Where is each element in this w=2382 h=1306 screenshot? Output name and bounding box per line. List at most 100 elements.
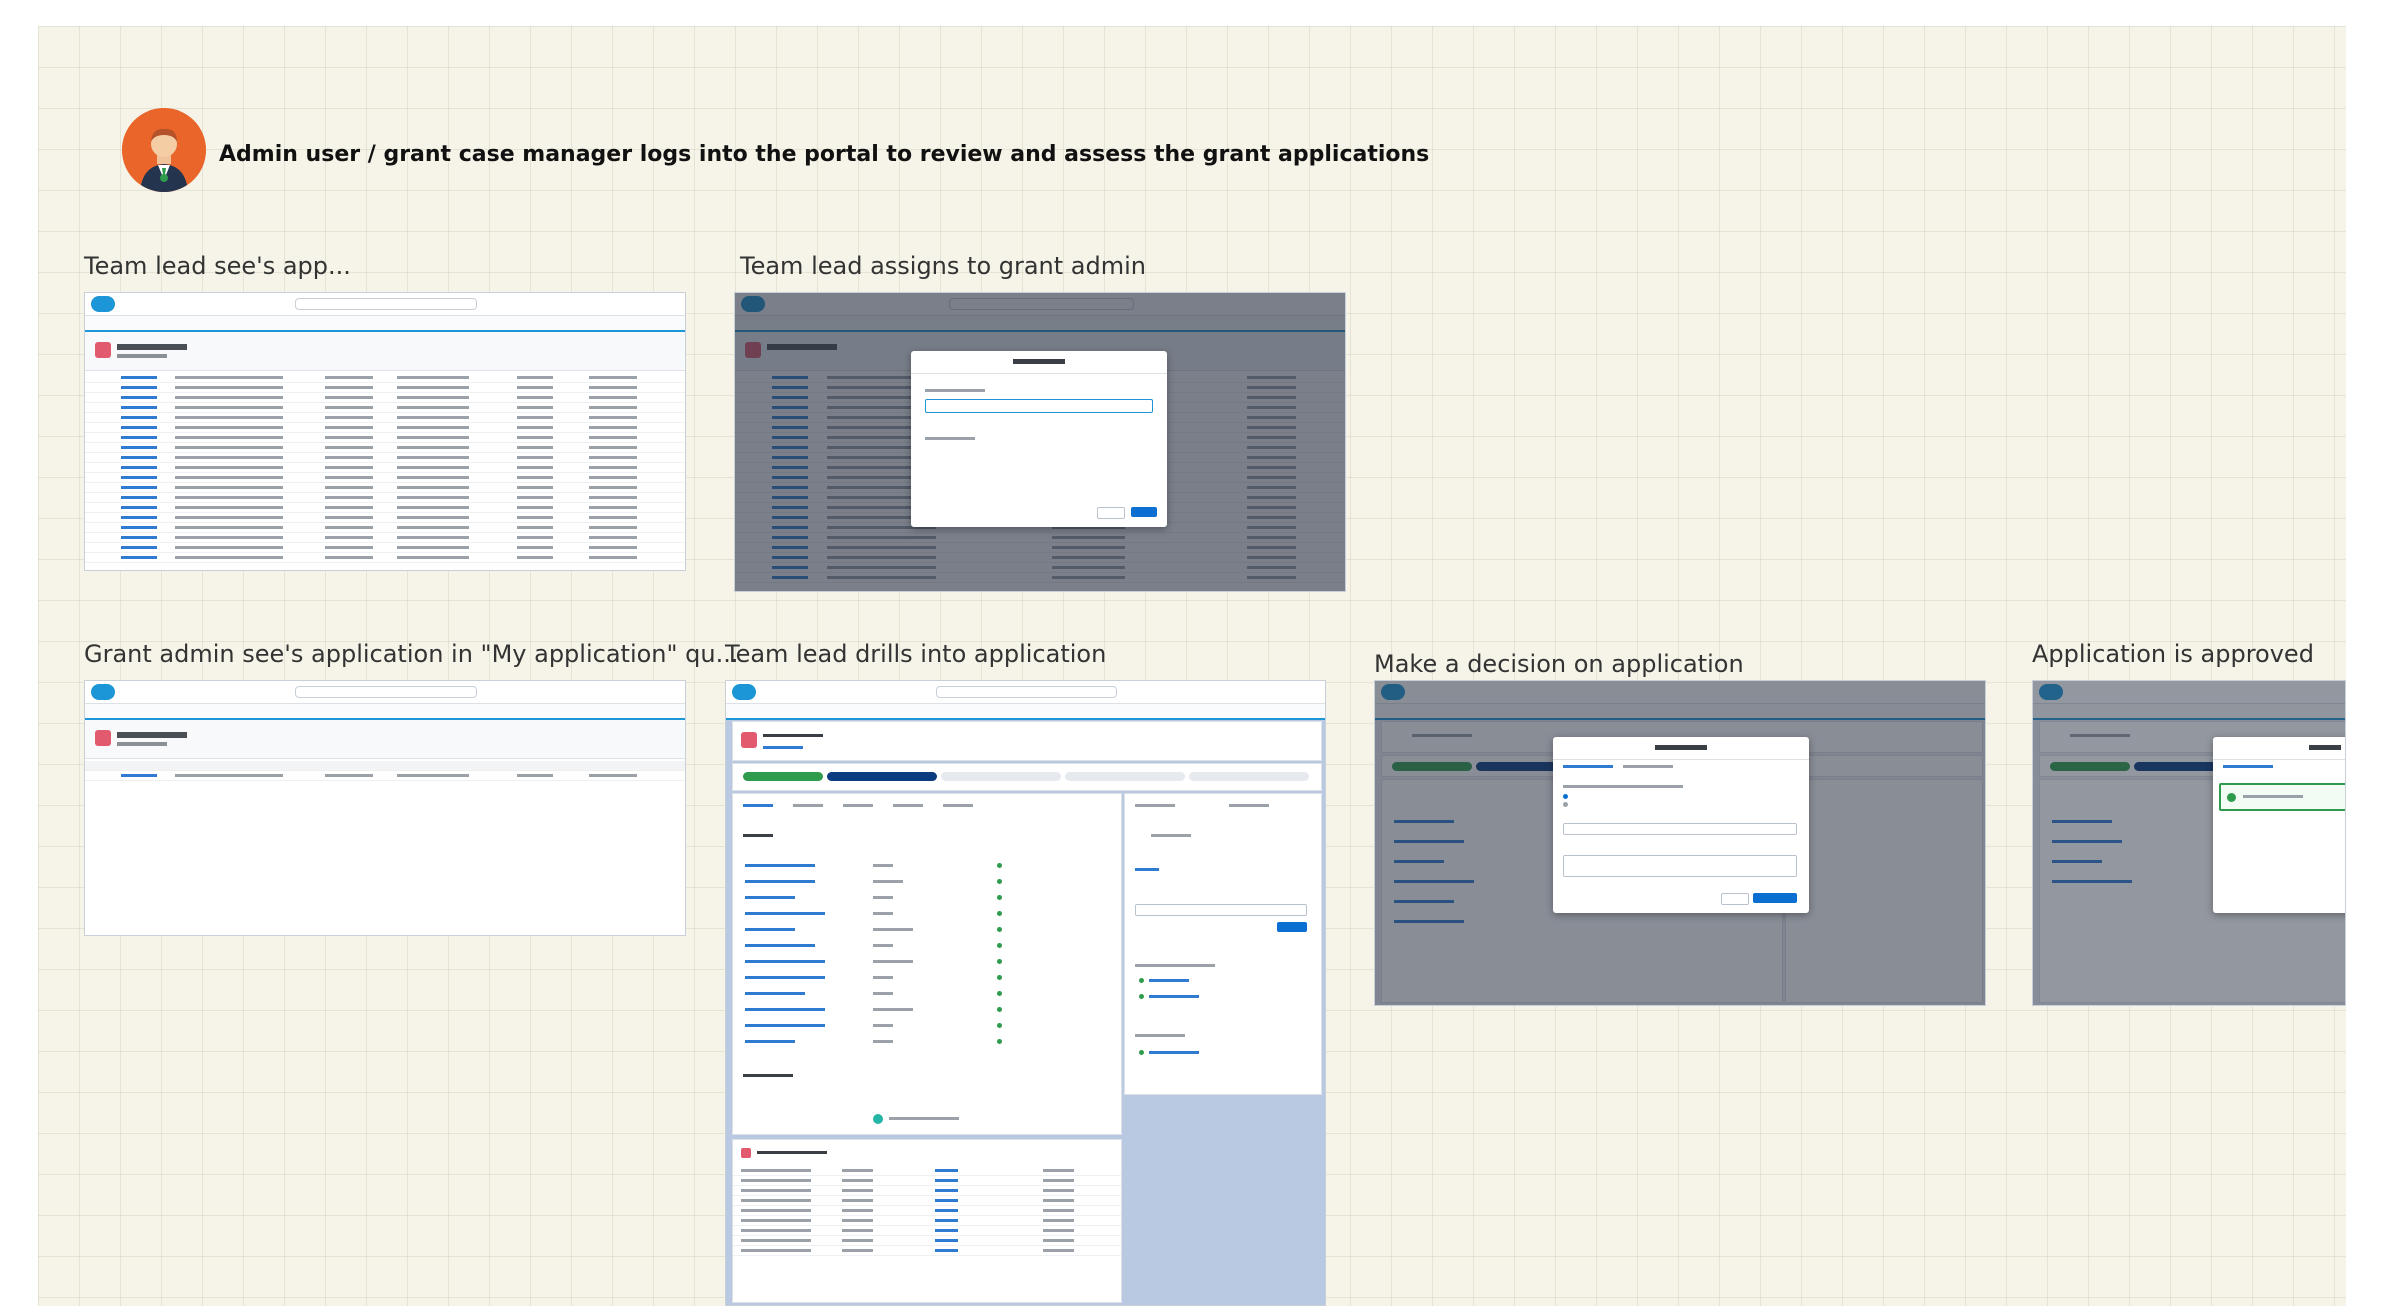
success-toast [2219, 783, 2345, 811]
table-row [85, 543, 685, 553]
task-link[interactable] [1149, 1051, 1199, 1054]
criteria-link[interactable] [745, 960, 825, 963]
cancel-button[interactable] [1097, 507, 1125, 519]
criteria-link[interactable] [745, 944, 815, 947]
applications-table [85, 373, 685, 563]
criteria-link[interactable] [745, 928, 795, 931]
screenshot-applications-list[interactable] [84, 292, 686, 571]
task-link[interactable] [1149, 995, 1199, 998]
table-row [733, 1166, 1121, 1176]
salesforce-cloud-logo-icon [91, 296, 115, 312]
flow-header-text: Admin user / grant case manager logs int… [219, 142, 1430, 167]
owner-search-input[interactable] [925, 399, 1153, 413]
activity-input[interactable] [1135, 904, 1307, 916]
criteria-link[interactable] [745, 1040, 795, 1043]
table-row [85, 523, 685, 533]
applications-table [85, 761, 685, 781]
tab-documents[interactable] [843, 804, 873, 807]
info-icon [873, 1114, 883, 1124]
record-title [763, 734, 823, 737]
criteria-link[interactable] [745, 912, 825, 915]
criteria-value [873, 928, 913, 931]
list-view-header [85, 332, 685, 371]
reason-select[interactable] [1563, 823, 1797, 835]
tab-eligibility[interactable] [743, 804, 773, 807]
modal-header [2213, 737, 2345, 760]
table-row [85, 771, 685, 781]
whiteboard-canvas: Admin user / grant case manager logs int… [38, 26, 2346, 1306]
table-row [733, 1236, 1121, 1246]
criteria-value [873, 880, 903, 883]
info-message [889, 1117, 959, 1120]
criteria-link[interactable] [745, 976, 825, 979]
success-check-icon [2227, 793, 2236, 802]
section-general [743, 834, 773, 837]
grant-amount-field [1135, 804, 1175, 807]
tab-application-decision[interactable] [1563, 765, 1613, 768]
success-dot [997, 1023, 1002, 1028]
success-message [2243, 795, 2303, 798]
path-step-complete [743, 772, 823, 781]
salesforce-header [726, 681, 1325, 704]
table-row [733, 1196, 1121, 1206]
frame-label-grant-admin-sees: Grant admin see's application in "My app… [84, 640, 739, 668]
criteria-link[interactable] [745, 896, 795, 899]
table-row [85, 443, 685, 453]
send-notification-checkbox[interactable] [925, 437, 975, 440]
make-decision-modal [1553, 737, 1809, 913]
table-row [85, 373, 685, 383]
success-dot [997, 863, 1002, 868]
frame-label-team-lead-assigns: Team lead assigns to grant admin [740, 252, 1147, 280]
change-owner-modal [911, 351, 1167, 527]
table-row [85, 413, 685, 423]
app-nav-bar [85, 704, 685, 720]
screenshot-application-approved[interactable] [2032, 680, 2346, 1006]
criteria-link[interactable] [745, 1008, 825, 1011]
list-view-subtitle [117, 742, 167, 746]
owner-field-label [925, 389, 985, 392]
comments-textarea[interactable] [1563, 855, 1797, 877]
applications-object-icon [95, 730, 111, 746]
screenshot-application-record[interactable] [725, 680, 1326, 1306]
screenshot-my-applications[interactable] [84, 680, 686, 936]
criteria-link[interactable] [745, 880, 815, 883]
tab-application-decision[interactable] [2223, 765, 2273, 768]
task-link[interactable] [1149, 979, 1189, 982]
criteria-value [873, 1040, 893, 1043]
criteria-link[interactable] [745, 992, 805, 995]
table-row [85, 533, 685, 543]
screenshot-make-decision[interactable] [1374, 680, 1986, 1006]
frame-label-make-decision: Make a decision on application [1374, 650, 1744, 678]
tab-other[interactable] [1623, 765, 1673, 768]
user-avatar-icon [122, 108, 206, 192]
cancel-button[interactable] [1721, 893, 1749, 905]
success-dot [997, 879, 1002, 884]
tab-activity[interactable] [1135, 868, 1159, 871]
table-row [733, 1226, 1121, 1236]
salesforce-cloud-logo-icon [732, 684, 756, 700]
tab-risk-status[interactable] [943, 804, 973, 807]
app-nav-bar [85, 316, 685, 332]
salesforce-header [85, 681, 685, 704]
status-path [732, 763, 1322, 791]
app-nav-bar [726, 704, 1325, 720]
table-row [85, 473, 685, 483]
make-decision-button[interactable] [1753, 893, 1797, 903]
tab-work-items[interactable] [893, 804, 923, 807]
task-icon [1139, 978, 1144, 983]
table-row [733, 1216, 1121, 1226]
success-dot [997, 1007, 1002, 1012]
add-button[interactable] [1277, 922, 1307, 932]
approve-radio[interactable] [1563, 794, 1568, 799]
table-row [85, 513, 685, 523]
record-subtitle [763, 746, 803, 749]
criteria-link[interactable] [745, 864, 815, 867]
tab-application[interactable] [793, 804, 823, 807]
reject-radio[interactable] [1563, 802, 1568, 807]
submit-button[interactable] [1131, 507, 1157, 517]
criteria-link[interactable] [745, 1024, 825, 1027]
table-row [85, 453, 685, 463]
path-step [1065, 772, 1185, 781]
screenshot-change-owner-modal[interactable] [734, 292, 1346, 592]
history-table [733, 1166, 1121, 1256]
